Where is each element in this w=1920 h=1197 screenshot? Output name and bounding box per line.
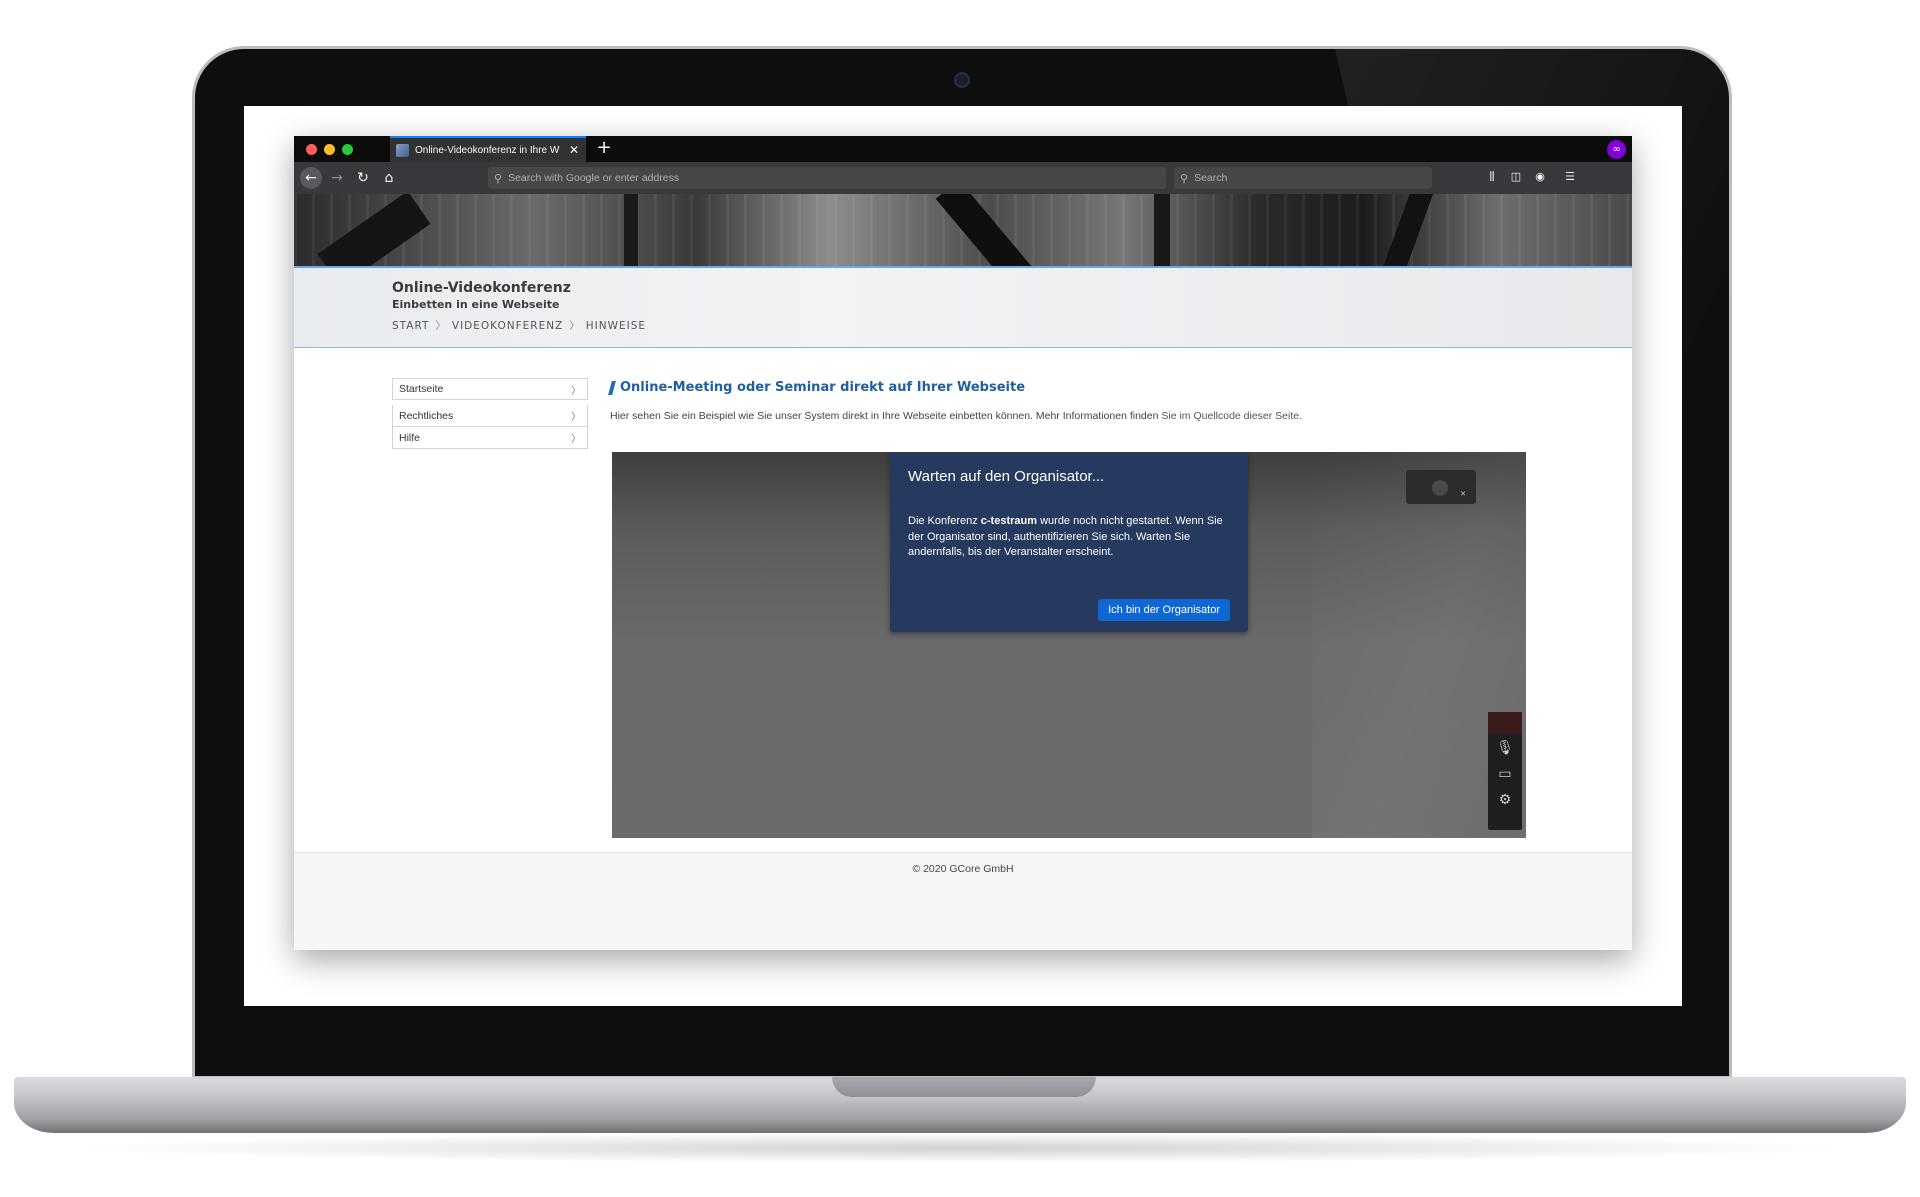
sidebar-icon[interactable]: ◫: [1508, 170, 1524, 183]
search-bar[interactable]: ⚲ Search: [1174, 167, 1432, 189]
tab-title: Online-Videokonferenz in Ihre W: [415, 144, 560, 156]
sidebar-item-label: Hilfe: [399, 431, 421, 444]
page-heading: Online-Meeting oder Seminar direkt auf I…: [620, 380, 1026, 395]
tab-active[interactable]: Online-Videokonferenz in Ihre W ✕: [390, 136, 586, 162]
site-subtitle: Einbetten in eine Webseite: [392, 298, 560, 311]
avatar: [1432, 480, 1448, 496]
dialog-body: Die Konferenz c-testraum wurde noch nich…: [908, 514, 1238, 561]
hero-beam: [1375, 194, 1435, 266]
breadcrumb-separator: 〉: [435, 320, 446, 332]
video-conference-frame[interactable]: Warten auf den Organisator... Die Konfer…: [612, 452, 1526, 838]
search-placeholder: Search: [1194, 172, 1228, 184]
room-name: c-testraum: [980, 515, 1038, 527]
hero-beam: [317, 194, 431, 266]
breadcrumb-videokonferenz[interactable]: VIDEOKONFERENZ: [452, 320, 563, 332]
dialog-body-prefix: Die Konferenz: [908, 515, 978, 527]
reload-button[interactable]: ↻: [352, 167, 374, 189]
url-placeholder: Search with Google or enter address: [508, 172, 680, 184]
favicon-icon: [396, 143, 409, 157]
local-video-thumbnail[interactable]: ✕: [1406, 470, 1476, 504]
search-icon: ⚲: [494, 171, 503, 185]
site-header: Online-Videokonferenz Einbetten in eine …: [294, 268, 1632, 348]
page-title: Online-Meeting oder Seminar direkt auf I…: [608, 380, 1026, 395]
source-code-link[interactable]: Sie im Quellcode dieser Seite.: [1161, 410, 1302, 422]
i-am-organizer-button[interactable]: Ich bin der Organisator: [1098, 599, 1230, 621]
breadcrumb-hinweise: HINWEISE: [585, 319, 647, 332]
chevron-right-icon: 〉: [571, 434, 581, 445]
tab-bar: Online-Videokonferenz in Ihre W ✕ + ∞: [294, 136, 1632, 162]
sidebar-item-hilfe[interactable]: Hilfe 〉: [392, 427, 588, 449]
intro-text: Hier sehen Sie ein Beispiel wie Sie unse…: [610, 410, 1159, 422]
hero-beam: [935, 194, 1043, 266]
private-browsing-icon: ∞: [1607, 140, 1626, 159]
call-toolbox: 🎙 ▭ ⚙: [1488, 712, 1522, 830]
copyright-text: © 2020 GCore GmbH: [912, 863, 1014, 875]
browser-window: Online-Videokonferenz in Ihre W ✕ + ∞ ← …: [294, 136, 1632, 950]
header-image: [294, 194, 1632, 268]
page-footer: © 2020 GCore GmbH: [294, 852, 1632, 950]
webcam-icon: [954, 72, 970, 88]
navigation-toolbar: ← → ↻ ⌂ ⚲ Search with Google or enter ad…: [294, 162, 1632, 194]
hero-beam: [624, 194, 638, 266]
chevron-right-icon: 〉: [571, 385, 581, 397]
back-button[interactable]: ←: [300, 167, 322, 189]
intro-paragraph: Hier sehen Sie ein Beispiel wie Sie unse…: [610, 410, 1302, 422]
site-title: Online-Videokonferenz: [392, 280, 571, 296]
url-bar[interactable]: ⚲ Search with Google or enter address: [488, 167, 1166, 189]
chevron-right-icon: 〉: [571, 412, 581, 423]
waiting-for-organizer-dialog: Warten auf den Organisator... Die Konfer…: [890, 452, 1248, 632]
mic-muted-icon[interactable]: 🎙: [1488, 734, 1522, 762]
search-icon: ⚲: [1180, 171, 1189, 185]
forward-button[interactable]: →: [326, 167, 348, 189]
hangup-button[interactable]: [1488, 712, 1522, 734]
laptop-shadow: [60, 1133, 1860, 1163]
sidebar-item-label: Rechtliches: [399, 409, 454, 422]
breadcrumb-separator: 〉: [569, 320, 580, 332]
muted-mic-icon: ✕: [1460, 490, 1466, 498]
breadcrumb-start[interactable]: START: [392, 320, 429, 332]
sidebar-item-startseite[interactable]: Startseite 〉: [392, 378, 588, 400]
sidebar-item-rechtliches[interactable]: Rechtliches 〉: [392, 405, 588, 427]
laptop-notch: [832, 1077, 1096, 1097]
library-icon[interactable]: ⫼: [1484, 170, 1500, 184]
close-tab-icon[interactable]: ✕: [568, 143, 580, 157]
sidebar-nav: Startseite 〉 Rechtliches 〉 Hilfe 〉: [392, 378, 588, 449]
hero-beam: [1154, 194, 1170, 266]
close-window-button[interactable]: [306, 144, 317, 155]
minimize-window-button[interactable]: [324, 144, 335, 155]
page-content: Startseite 〉 Rechtliches 〉 Hilfe 〉 Onlin…: [294, 348, 1632, 904]
title-accent-bar: [608, 380, 616, 395]
camera-off-icon[interactable]: ▭: [1488, 760, 1522, 788]
zoom-window-button[interactable]: [342, 144, 353, 155]
account-icon[interactable]: ◉: [1532, 170, 1548, 183]
menu-icon[interactable]: ☰: [1562, 170, 1578, 183]
breadcrumb: START 〉 VIDEOKONFERENZ 〉 HINWEISE: [392, 318, 646, 333]
sidebar-item-label: Startseite: [399, 383, 444, 395]
gear-icon[interactable]: ⚙: [1488, 786, 1522, 814]
dialog-title: Warten auf den Organisator...: [908, 468, 1105, 485]
home-button[interactable]: ⌂: [378, 167, 400, 189]
new-tab-button[interactable]: +: [594, 138, 614, 158]
